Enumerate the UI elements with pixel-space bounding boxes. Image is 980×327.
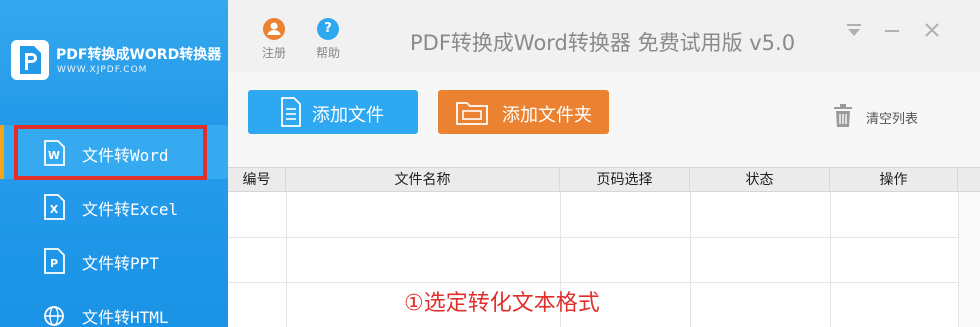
column-divider [690, 192, 691, 327]
column-header-status[interactable]: 状态 [690, 168, 830, 192]
app-logo-url: WWW.XJPDF.COM [57, 65, 148, 75]
sidebar-item-label: 文件转Word [82, 146, 169, 165]
app-logo-icon [11, 40, 49, 80]
sidebar-item-excel[interactable]: X 文件转Excel [0, 179, 228, 233]
add-folder-button[interactable]: 添加文件夹 [438, 90, 609, 134]
app-logo-title: PDF转换成WORD转换器 [56, 47, 222, 63]
clear-list-label: 清空列表 [866, 112, 919, 127]
document-icon [281, 97, 301, 127]
word-doc-icon: W [44, 140, 65, 166]
file-table: 编号 文件名称 页码选择 状态 操作 ①选定转化文本格式 [228, 167, 980, 327]
sidebar-item-html[interactable]: 文件转HTML [0, 287, 228, 327]
table-header: 编号 文件名称 页码选择 状态 操作 [228, 167, 980, 192]
register-label: 注册 [261, 46, 286, 60]
clear-list-button[interactable]: 清空列表 [832, 104, 918, 132]
svg-text:X: X [50, 203, 59, 216]
ppt-doc-icon: P [44, 248, 65, 274]
column-divider [830, 192, 831, 327]
column-header-actions[interactable]: 操作 [830, 168, 958, 192]
close-icon[interactable] [924, 20, 940, 43]
sidebar-item-word[interactable]: W 文件转Word [0, 125, 228, 179]
svg-text:W: W [48, 149, 60, 162]
sidebar-item-label: 文件转Excel [82, 200, 179, 219]
register-icon [263, 18, 285, 40]
row-divider [228, 237, 980, 238]
column-header-number[interactable]: 编号 [228, 168, 286, 192]
toolbar: 添加文件 添加文件夹 清空列表 [228, 72, 980, 167]
svg-text:P: P [50, 257, 58, 270]
add-file-label: 添加文件 [312, 105, 384, 126]
add-file-button[interactable]: 添加文件 [248, 90, 418, 134]
column-header-filename[interactable]: 文件名称 [286, 168, 560, 192]
sidebar-item-label: 文件转PPT [82, 254, 159, 273]
app-logo-area: PDF转换成WORD转换器 WWW.XJPDF.COM [0, 0, 228, 125]
column-divider [286, 192, 287, 327]
window-title: PDF转换成Word转换器 免费试用版 v5.0 [410, 31, 796, 55]
sidebar-item-label: 文件转HTML [82, 308, 169, 327]
sidebar: PDF转换成WORD转换器 WWW.XJPDF.COM W 文件转Word X … [0, 0, 228, 327]
add-folder-label: 添加文件夹 [502, 105, 592, 126]
excel-doc-icon: X [44, 194, 65, 220]
row-divider [228, 282, 980, 283]
vertical-scrollbar[interactable] [958, 192, 980, 327]
title-bar: 注册 ? 帮助 PDF转换成Word转换器 免费试用版 v5.0 [228, 0, 980, 72]
help-icon: ? [317, 18, 339, 40]
column-header-page-select[interactable]: 页码选择 [560, 168, 690, 192]
minimize-icon[interactable] [884, 20, 900, 43]
folder-icon [456, 102, 488, 125]
help-button[interactable]: ? 帮助 [308, 18, 348, 61]
sidebar-item-ppt[interactable]: P 文件转PPT [0, 233, 228, 287]
menu-dropdown-icon[interactable] [846, 20, 862, 43]
annotation-text: ①选定转化文本格式 [404, 291, 600, 316]
help-label: 帮助 [315, 46, 340, 60]
globe-icon [44, 306, 64, 326]
trash-icon [834, 104, 852, 127]
register-button[interactable]: 注册 [254, 18, 294, 61]
